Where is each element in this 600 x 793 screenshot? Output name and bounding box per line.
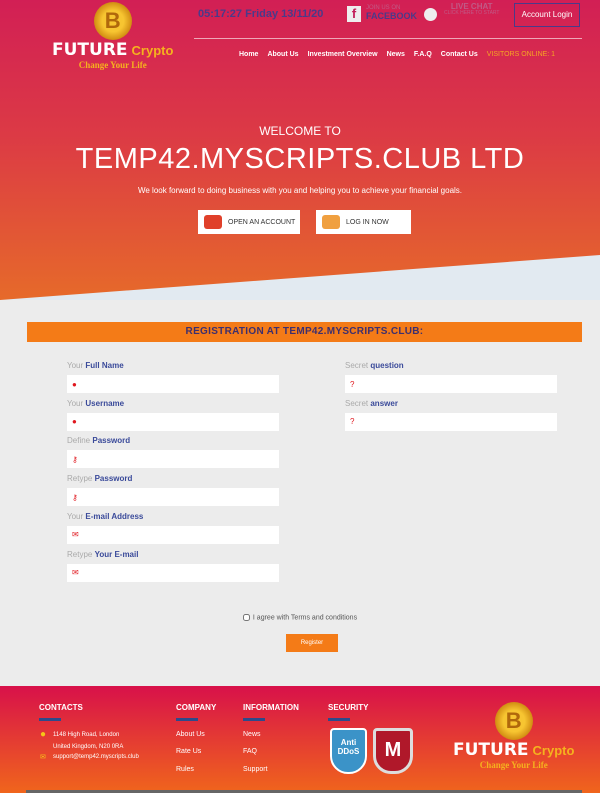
key-icon [204, 215, 222, 229]
footer-link[interactable]: About Us [176, 731, 205, 738]
form-field: Secret question? [345, 361, 557, 393]
user-login-icon [322, 215, 340, 229]
text-input[interactable]: ⚷ [67, 488, 279, 507]
footer-link[interactable]: Rate Us [176, 748, 201, 755]
divider [194, 38, 582, 39]
mcafee-badge: M [373, 728, 413, 774]
location-icon: ● [40, 729, 47, 740]
logo-slogan: Change Your Life [78, 60, 147, 70]
text-input[interactable]: ? [345, 375, 557, 393]
nav-contact[interactable]: Contact Us [441, 51, 478, 58]
envelope-icon: ✉ [40, 754, 46, 761]
form-field: Retype Password ⚷ [67, 474, 279, 507]
envelope-icon: ✉ [72, 568, 79, 577]
key-icon: ⚷ [72, 492, 78, 502]
footer-company-title: COMPANY [176, 703, 216, 721]
clock: 05:17:27 Friday 13/11/20 [198, 8, 324, 20]
nav-investment[interactable]: Investment Overview [308, 51, 378, 58]
footer-information-title: INFORMATION [243, 703, 299, 721]
footer-contacts-title: CONTACTS [39, 703, 83, 721]
nav-faq[interactable]: F.A.Q [414, 51, 432, 58]
user-icon: ● [72, 379, 77, 389]
form-field: Define Password ⚷ [67, 436, 279, 469]
footer: CONTACTS ● 1148 High Road, London United … [0, 686, 600, 793]
footer-link[interactable]: FAQ [243, 748, 257, 755]
field-label: Define Password [67, 436, 131, 446]
hero-title: TEMP42.MYSCRIPTS.CLUB LTD [75, 143, 525, 175]
terms-checkbox[interactable] [242, 614, 250, 621]
account-login-button[interactable]: Account Login [514, 3, 580, 27]
text-input[interactable]: ✉ [67, 525, 279, 544]
visitors-online: VISITORS ONLINE: 1 [486, 51, 556, 58]
form-field: Your Username ● [67, 399, 279, 431]
registration-heading: REGISTRATION AT TEMP42.MYSCRIPTS.CLUB: [27, 322, 582, 342]
address: 1148 High Road, London United Kingdom, N2… [53, 732, 124, 750]
register-button[interactable]: Register [286, 634, 338, 652]
field-label: Secret answer [345, 398, 398, 408]
field-label: Your Username [67, 398, 125, 408]
welcome-text: WELCOME TO [259, 124, 341, 138]
question-icon: ? [350, 417, 355, 427]
login-button[interactable]: LOG IN NOW [316, 210, 411, 234]
facebook-link[interactable]: JOIN US ON FACEBOOK [366, 4, 417, 21]
footer-security-title: SECURITY [328, 703, 368, 721]
form-field: Your E-mail Address ✉ [67, 512, 279, 544]
form-field: Retype Your E-mail ✉ [67, 550, 279, 582]
hero-tagline: We look forward to doing business with y… [137, 186, 463, 195]
text-input[interactable]: ? [345, 412, 557, 431]
text-input[interactable]: ● [67, 412, 279, 431]
text-input[interactable]: ✉ [67, 563, 279, 582]
text-input[interactable]: ⚷ [67, 450, 279, 469]
nav-home[interactable]: Home [239, 51, 258, 58]
logo-word: FUTURE [52, 40, 128, 60]
terms-agreement[interactable]: I agree with Terms and conditions [0, 614, 600, 621]
field-label: Your E-mail Address [67, 511, 144, 521]
live-chat-link[interactable]: LIVE CHAT CLICK HERE TO START [444, 3, 499, 17]
footer-link[interactable]: Support [243, 766, 268, 773]
chat-icon[interactable] [424, 8, 437, 21]
open-account-button[interactable]: OPEN AN ACCOUNT [198, 210, 300, 234]
anti-ddos-badge: Anti DDoS [330, 728, 367, 774]
form-field: Secret answer? [345, 399, 557, 431]
question-icon: ? [350, 379, 355, 389]
bitcoin-icon: B [93, 2, 132, 40]
text-input[interactable]: ● [67, 375, 279, 393]
facebook-icon[interactable]: f [347, 6, 361, 22]
logo[interactable]: B FUTURE Crypto Change Your Life [52, 2, 173, 70]
form-field: Your Full Name ● [67, 361, 279, 393]
user-icon: ● [72, 417, 77, 427]
nav-about[interactable]: About Us [267, 51, 298, 58]
key-icon: ⚷ [72, 454, 78, 464]
field-label: Retype Password [67, 474, 133, 484]
field-label: Your Full Name [67, 361, 124, 370]
footer-logo: B FUTURE Crypto Change Your Life [453, 702, 574, 770]
field-label: Retype Your E-mail [67, 549, 139, 559]
field-label: Secret question [345, 361, 404, 370]
bitcoin-icon: B [494, 702, 533, 740]
footer-link[interactable]: Rules [176, 766, 194, 773]
support-email[interactable]: support@temp42.myscripts.club [53, 754, 139, 760]
envelope-icon: ✉ [72, 530, 79, 540]
main-nav: Home About Us Investment Overview News F… [239, 51, 555, 58]
footer-link[interactable]: News [243, 731, 261, 738]
logo-word: Crypto [131, 43, 174, 58]
nav-news[interactable]: News [387, 51, 405, 58]
